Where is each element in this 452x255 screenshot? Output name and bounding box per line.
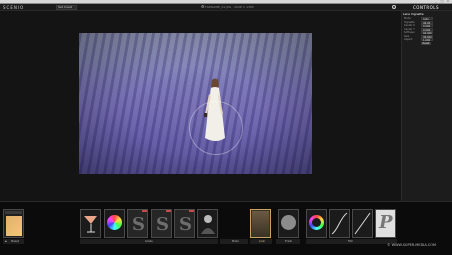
curve-icon bbox=[331, 212, 348, 235]
group-label: Mode bbox=[232, 240, 239, 243]
hue-ring-thumb[interactable] bbox=[306, 209, 327, 238]
preset-label: Preset bbox=[11, 240, 19, 243]
style-s-thumb[interactable]: S bbox=[151, 209, 172, 238]
badge-marker bbox=[142, 210, 147, 212]
info-icon[interactable]: i bbox=[392, 5, 396, 10]
param-label: Mode bbox=[404, 17, 411, 20]
s-icon: S bbox=[132, 214, 145, 235]
group-label: Film bbox=[348, 240, 354, 243]
param-row: Center X 0.500 bbox=[404, 24, 448, 28]
group-bar-look: Look bbox=[250, 239, 272, 244]
style-s-thumb[interactable]: S bbox=[127, 209, 148, 238]
reset-button[interactable]: Reset bbox=[421, 42, 431, 45]
group-label: Look bbox=[259, 240, 265, 243]
s-icon: S bbox=[156, 214, 169, 235]
person-icon bbox=[201, 215, 215, 234]
maximize-icon[interactable]: □ bbox=[440, 0, 444, 3]
color-wheel-icon bbox=[107, 215, 122, 230]
top-toolbar: SCENIO Set Creat ⚙ FILENAME_01.JPG · 204… bbox=[0, 4, 452, 11]
mode-dropdown[interactable]: Set Creat bbox=[56, 5, 77, 10]
look-preview bbox=[252, 211, 269, 236]
app-name: SCENIO bbox=[3, 5, 25, 10]
cocktail-icon bbox=[84, 216, 97, 233]
badge-marker bbox=[189, 210, 194, 212]
group-bar-film: Film bbox=[306, 239, 397, 244]
minimize-icon[interactable]: _ bbox=[434, 0, 438, 3]
watermark-text: © WWW.SUPER-MEDIA.COM bbox=[387, 243, 436, 247]
group-bar-grade: Grade bbox=[80, 239, 218, 244]
cocktail-thumb[interactable] bbox=[80, 209, 101, 238]
badge-marker bbox=[166, 210, 171, 212]
panel-title: Lens Vignette bbox=[403, 12, 424, 16]
param-label: Aspect bbox=[404, 38, 413, 41]
param-value-field[interactable]: 94.000 bbox=[421, 31, 433, 35]
preset-icon: ▪ bbox=[5, 240, 7, 243]
param-value-field[interactable]: 1.000 bbox=[421, 38, 433, 42]
line-icon bbox=[354, 212, 371, 235]
param-label: Center X bbox=[404, 24, 415, 27]
group-label: Finish bbox=[285, 240, 293, 243]
param-row: Softness 94.000 bbox=[404, 31, 448, 35]
paper-thumb[interactable]: P bbox=[375, 209, 396, 238]
lavender-photo[interactable] bbox=[79, 33, 312, 174]
vignette-overlay bbox=[79, 33, 312, 174]
preset-preview[interactable] bbox=[3, 209, 24, 238]
curve-thumb[interactable] bbox=[329, 209, 350, 238]
vignette-handle[interactable] bbox=[189, 101, 243, 155]
controls-label: CONTROLS bbox=[413, 5, 440, 10]
param-row: Mode Auto bbox=[404, 17, 448, 21]
look-thumb-selected[interactable] bbox=[250, 209, 271, 238]
group-bar-finish: Finish bbox=[276, 239, 300, 244]
param-value-field[interactable]: 0.500 bbox=[421, 24, 433, 28]
preset-bar: ▪ Preset bbox=[3, 239, 24, 244]
group-bar-mode: Mode bbox=[220, 239, 248, 244]
color-wheel-thumb[interactable] bbox=[104, 209, 125, 238]
close-icon[interactable]: × bbox=[446, 0, 450, 3]
finish-thumb[interactable] bbox=[278, 209, 299, 238]
s-icon: S bbox=[179, 214, 192, 235]
param-value-field[interactable]: Auto bbox=[421, 17, 433, 21]
circle-icon bbox=[281, 215, 296, 230]
file-info: FILENAME_01.JPG · 2048 × 1365 bbox=[205, 5, 254, 9]
hue-ring-icon bbox=[309, 215, 324, 230]
param-row: Aspect 1.000 bbox=[404, 38, 448, 42]
portrait-thumb[interactable] bbox=[197, 209, 218, 238]
p-icon: P bbox=[379, 212, 393, 233]
param-label: Softness bbox=[404, 31, 415, 34]
style-s-thumb[interactable]: S bbox=[174, 209, 195, 238]
group-label: Grade bbox=[145, 240, 153, 243]
curve-thumb[interactable] bbox=[352, 209, 373, 238]
